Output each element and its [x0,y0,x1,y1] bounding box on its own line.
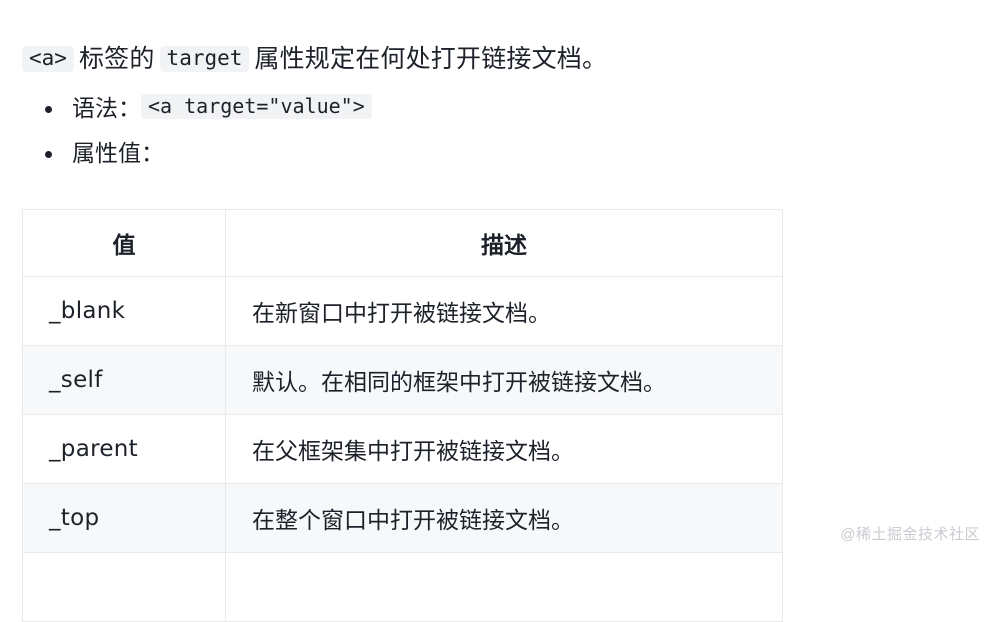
cell-description: 在整个窗口中打开被链接文档。 [225,483,783,553]
cell-description: 默认。在相同的框架中打开被链接文档。 [225,345,783,415]
intro-text-1: 标签的 [78,45,155,73]
cell-value: _blank [22,276,226,346]
table-row: _self 默认。在相同的框架中打开被链接文档。 [22,345,783,415]
target-values-table-container: 值 描述 _blank 在新窗口中打开被链接文档。 _self 默认。在相同的框… [22,209,783,622]
cell-value: _self [22,345,226,415]
cell-description [225,552,783,622]
cell-description: 在新窗口中打开被链接文档。 [225,276,783,346]
table-row: _top 在整个窗口中打开被链接文档。 [22,483,783,553]
code-attr-target: target [159,46,250,72]
cell-value [22,552,226,622]
target-values-table: 值 描述 _blank 在新窗口中打开被链接文档。 _self 默认。在相同的框… [22,209,783,622]
cell-value: _parent [22,414,226,484]
code-tag-a: <a> [22,46,74,72]
table-header-row: 值 描述 [22,209,783,277]
table-body: _blank 在新窗口中打开被链接文档。 _self 默认。在相同的框架中打开被… [22,276,783,622]
list-item-label: 属性值： [72,140,164,166]
intro-paragraph: <a> 标签的 target 属性规定在何处打开链接文档。 [22,39,962,79]
list-item-attribute-values: 属性值： [40,131,960,176]
list-item-syntax: 语法： <a target="value"> [40,86,960,131]
watermark: @稀土掘金技术社区 [840,526,980,543]
cell-description: 在父框架集中打开被链接文档。 [225,414,783,484]
table-row-partial [22,552,783,622]
document-page: <a> 标签的 target 属性规定在何处打开链接文档。 语法： <a target=… [0,0,996,622]
list-item-label: 语法： [72,95,141,121]
column-header-description: 描述 [225,209,783,277]
column-header-value: 值 [22,209,226,277]
intro-text-2: 属性规定在何处打开链接文档。 [254,45,608,73]
attribute-bullet-list: 语法： <a target="value"> 属性值： [40,86,960,176]
table-row: _blank 在新窗口中打开被链接文档。 [22,276,783,346]
code-syntax-example: <a target="value"> [141,94,372,119]
cell-value: _top [22,483,226,553]
table-head: 值 描述 [22,209,783,277]
table-row: _parent 在父框架集中打开被链接文档。 [22,414,783,484]
